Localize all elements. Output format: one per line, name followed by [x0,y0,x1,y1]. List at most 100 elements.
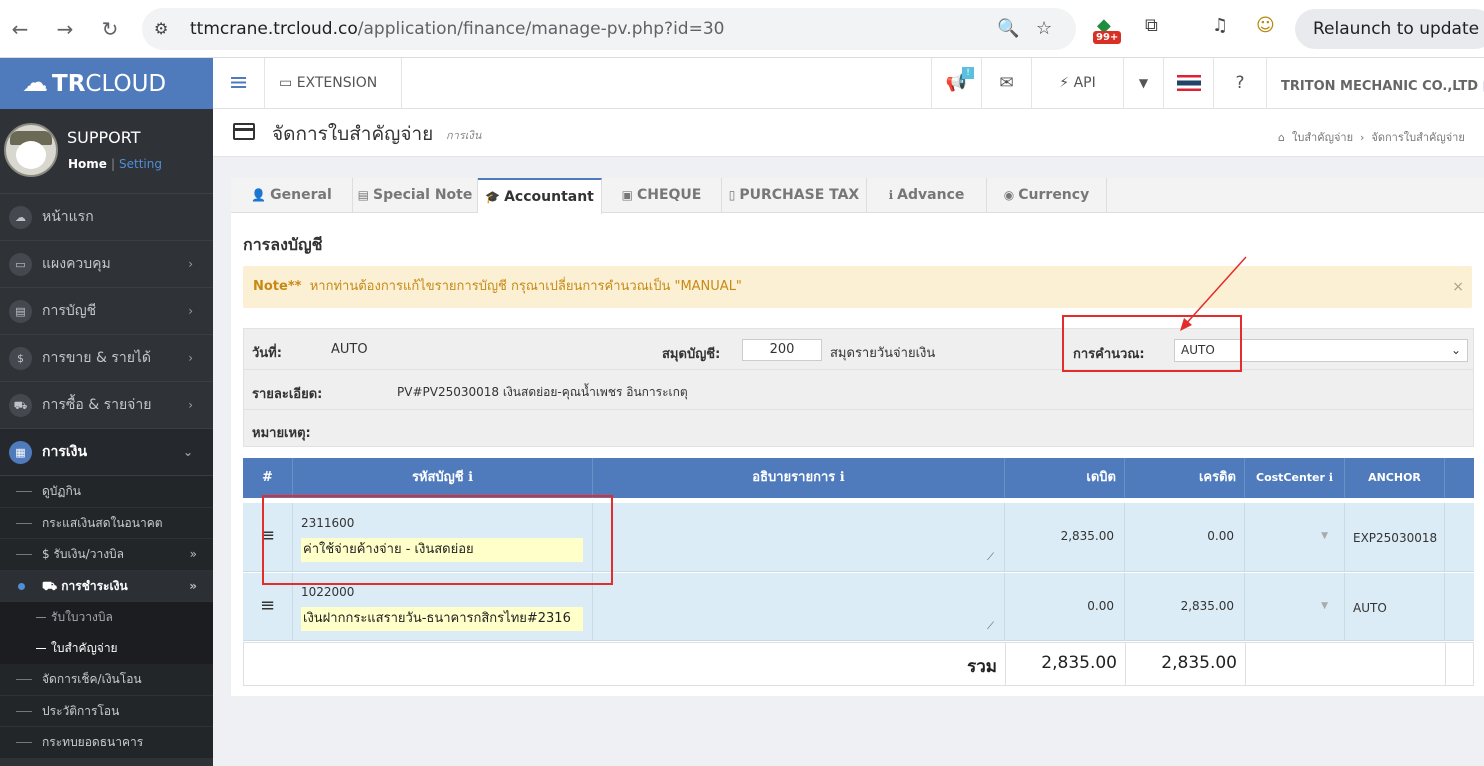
home-link[interactable]: Home [68,157,107,171]
tab-purchase-tax[interactable]: ▯ PURCHASE TAX [722,178,867,213]
annotation-arrow [1180,256,1247,331]
user-name: SUPPORT [67,128,141,147]
tab-advance[interactable]: ℹ Advance [867,178,987,213]
announcement-button[interactable]: 📢! [931,58,981,109]
forward-icon[interactable]: → [53,17,77,41]
total-label: รวม [967,657,997,677]
calc-mode-select[interactable]: AUTO ⌄ [1174,339,1468,362]
chevron-down-icon: ⌄ [182,445,193,459]
info-icon[interactable]: ℹ [840,470,845,485]
back-icon[interactable]: ← [8,17,32,41]
home-icon[interactable]: ⌂ [1278,131,1285,144]
sidebar-subitem-receipts[interactable]: ดูบัฏกิน [0,476,213,508]
sidebar-subsub-receive-bill[interactable]: รับใบวางบิล [0,602,213,633]
caret-down-icon: ▼ [1138,76,1149,90]
avatar [4,123,58,177]
remark-label: หมายเหตุ: [252,426,311,441]
tab-general[interactable]: 👤 General [231,178,353,213]
tab-bar: 👤 General ▤ Special Note 🎓 Accountant ▣ CHEQ… [231,178,1484,214]
reload-icon[interactable]: ↻ [98,17,122,41]
calc-label: การคำนวณ: [1073,347,1145,362]
zoom-icon[interactable]: 🔍 [997,18,1019,39]
api-button[interactable]: ⚡ API [1031,58,1123,109]
sidebar: ☁ TRCLOUD SUPPORT Home | Setting ☁ หน้าแรก ▭… [0,58,213,766]
tab-accountant[interactable]: 🎓 Accountant [478,178,602,214]
breadcrumb-current: จัดการใบสำคัญจ่าย [1371,131,1465,144]
sidebar-subsub-payment-voucher[interactable]: ใบสำคัญจ่าย [0,633,213,664]
profile-icon[interactable]: ☺ [1256,15,1275,36]
relaunch-button[interactable]: Relaunch to update [1295,9,1484,49]
user-icon: 👤 [251,188,267,202]
chevron-right-icon: › [188,257,193,271]
note-prefix: Note** [253,279,302,294]
close-icon[interactable]: × [1452,266,1464,308]
account-code: 2311600 [301,516,355,530]
tab-currency[interactable]: ◉ Currency [987,178,1107,213]
account-name-field[interactable]: ค่าใช้จ่ายค้างจ่าย - เงินสดย่อย [301,538,583,562]
sidebar-item-purchase[interactable]: ⛟ การซื้อ & รายจ่าย › [0,382,213,429]
debit-value[interactable]: 2,835.00 [1061,529,1114,543]
caret-down-icon: ▼ [1321,531,1328,541]
language-button[interactable] [1163,58,1213,109]
setting-link[interactable]: Setting [119,157,162,171]
costcenter-select[interactable]: ▼ [1245,503,1345,571]
sidebar-item-finance[interactable]: ▦ การเงิน ⌄ [0,429,213,476]
dropdown-button[interactable]: ▼ [1123,58,1163,109]
sidebar-subitem-cashflow[interactable]: กระแสเงินสดในอนาคต [0,507,213,539]
sidebar-subitem-receive-payment[interactable]: $ รับเงิน/วางบิล» [0,539,213,571]
main-panel: 👤 General ▤ Special Note 🎓 Accountant ▣ CHEQ… [231,178,1484,696]
sidebar-subitem-bank-reconcile[interactable]: กระทบยอดธนาคาร [0,727,213,759]
sidebar-subitem-payment[interactable]: ⛟ การชำระเงิน» [0,570,213,602]
plug-icon: ⚡ [1059,75,1074,91]
info-icon[interactable]: ℹ [1329,471,1333,484]
col-credit: เครดิต [1125,458,1245,498]
help-button[interactable]: ? [1213,58,1266,109]
puzzle-icon[interactable]: ⧉ [1145,15,1158,36]
company-name[interactable]: TRITON MECHANIC CO.,LTD ▮ [1266,58,1484,109]
col-account: รหัสบัญชี ℹ [293,458,593,498]
media-icon[interactable]: ♫ [1212,15,1228,36]
site-settings-icon[interactable]: ⚙ [154,19,168,38]
question-circle-icon: ? [1235,73,1245,93]
book-code-field[interactable]: 200 [742,339,822,361]
debit-value[interactable]: 0.00 [1087,599,1114,613]
description-field[interactable]: ⟋ [593,503,1005,571]
description-field[interactable]: ⟋ [593,573,1005,640]
detail-label: รายละเอียด: [252,387,323,402]
hamburger-menu-icon[interactable]: ≡ [213,58,265,109]
money-icon: ▣ [621,188,633,202]
sidebar-item-sales[interactable]: $ การขาย & รายได้ › [0,335,213,382]
trcloud-logo[interactable]: ☁ TRCLOUD [0,58,213,109]
info-icon[interactable]: ℹ [468,470,473,485]
note-icon: ▤ [357,188,369,202]
cart-icon: ⛟ [9,394,32,417]
tab-special-note[interactable]: ▤ Special Note [353,178,478,213]
sidebar-item-dashboard[interactable]: ▭ แผงควบคุม › [0,241,213,288]
sidebar-subitem-cheque[interactable]: จัดการเช็ค/เงินโอน [0,664,213,696]
total-credit: 2,835.00 [1161,653,1237,673]
browser-toolbar: ← → ↻ ⚙ ttmcrane.trcloud.co/application/… [0,0,1484,58]
drag-handle-icon[interactable]: ≡ [243,503,293,571]
extension-button[interactable]: ▭ EXTENSION [265,58,402,109]
credit-value[interactable]: 0.00 [1207,529,1234,543]
breadcrumb-payment-voucher[interactable]: ใบสำคัญจ่าย [1292,131,1353,144]
sidebar-subitem-transfer-history[interactable]: ประวัติการโอน [0,695,213,727]
url-text[interactable]: ttmcrane.trcloud.co/application/finance/… [190,19,724,39]
col-costcenter: CostCenter ℹ [1245,458,1345,498]
sidebar-item-accounting[interactable]: ▤ การบัญชี › [0,288,213,335]
bookmark-star-icon[interactable]: ☆ [1036,18,1052,39]
account-name-field[interactable]: เงินฝากกระแสรายวัน-ธนาคารกสิกรไทย#2316 [301,607,583,631]
tab-cheque[interactable]: ▣ CHEQUE [602,178,722,213]
resize-handle-icon[interactable]: ⟋ [987,552,994,563]
address-bar[interactable]: ⚙ ttmcrane.trcloud.co/application/financ… [142,8,1076,50]
cloud-icon: ☁ [9,206,32,229]
mail-button[interactable]: ✉ [981,58,1031,109]
credit-value[interactable]: 2,835.00 [1181,599,1234,613]
new-indicator: ! [962,67,974,79]
resize-handle-icon[interactable]: ⟋ [987,621,994,632]
drag-handle-icon[interactable]: ≡ [243,573,293,640]
costcenter-select[interactable]: ▼ [1245,573,1345,640]
sidebar-item-home[interactable]: ☁ หน้าแรก [0,194,213,241]
info-icon: ℹ [888,188,894,202]
caret-down-icon: ▼ [1321,601,1328,611]
